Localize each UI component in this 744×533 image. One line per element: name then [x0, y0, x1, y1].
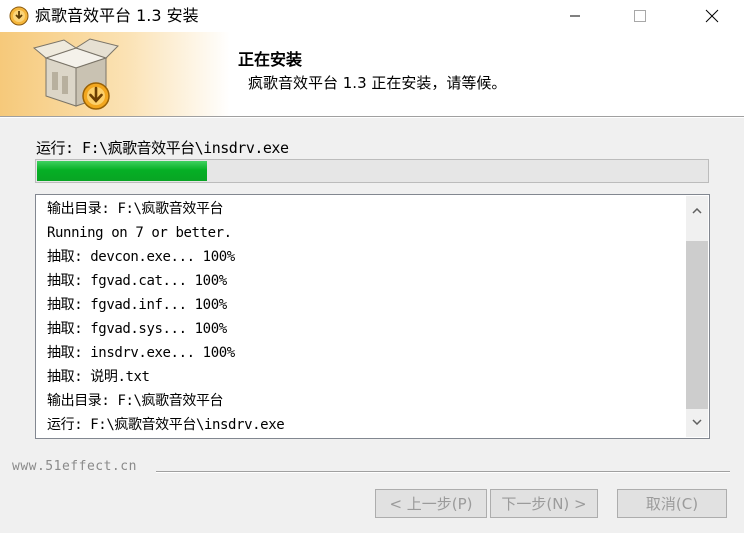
back-button[interactable]: < 上一步(P)	[375, 489, 487, 518]
maximize-button[interactable]	[617, 0, 663, 32]
wizard-header: 正在安装 疯歌音效平台 1.3 正在安装，请等候。	[0, 32, 744, 116]
close-icon	[705, 9, 719, 23]
scroll-down-button[interactable]	[686, 411, 708, 433]
progress-fill	[37, 161, 207, 181]
cancel-button[interactable]: 取消(C)	[617, 489, 727, 518]
log-line: 抽取: 说明.txt	[47, 369, 150, 385]
maximize-icon	[634, 10, 646, 22]
brand-text: www.51effect.cn	[12, 459, 137, 474]
log-line: 输出目录: F:\疯歌音效平台	[47, 201, 224, 217]
log-line: 抽取: devcon.exe... 100%	[47, 249, 235, 265]
close-button[interactable]	[689, 0, 735, 32]
header-divider-highlight	[0, 117, 744, 118]
log-scrollbar[interactable]	[686, 196, 708, 437]
install-progress-bar	[35, 159, 709, 183]
installer-box-icon	[32, 38, 119, 110]
current-action-text: 运行: F:\疯歌音效平台\insdrv.exe	[36, 139, 289, 157]
log-line: 抽取: fgvad.sys... 100%	[47, 321, 227, 337]
log-line: 抽取: insdrv.exe... 100%	[47, 345, 235, 361]
page-title: 正在安装	[238, 50, 303, 69]
page-subtitle: 疯歌音效平台 1.3 正在安装，请等候。	[248, 74, 507, 92]
installer-app-icon	[9, 6, 29, 26]
title-bar: 疯歌音效平台 1.3 安装	[0, 0, 744, 32]
minimize-button[interactable]	[552, 0, 598, 32]
log-line: 运行: F:\疯歌音效平台\insdrv.exe	[47, 417, 285, 433]
next-button[interactable]: 下一步(N) >	[490, 489, 598, 518]
chevron-up-icon	[692, 208, 702, 214]
install-log-list[interactable]: 输出目录: F:\疯歌音效平台 Running on 7 or better. …	[35, 194, 710, 439]
chevron-down-icon	[692, 419, 702, 425]
log-line: Running on 7 or better.	[47, 225, 232, 241]
scroll-up-button[interactable]	[686, 200, 708, 222]
window-title: 疯歌音效平台 1.3 安装	[35, 6, 199, 25]
scroll-thumb[interactable]	[686, 241, 708, 409]
minimize-icon	[570, 15, 580, 17]
log-lines: 输出目录: F:\疯歌音效平台 Running on 7 or better. …	[47, 197, 677, 437]
log-line: 输出目录: F:\疯歌音效平台	[47, 393, 224, 409]
log-line: 抽取: fgvad.inf... 100%	[47, 297, 227, 313]
footer-divider-highlight	[156, 472, 730, 473]
log-line: 抽取: fgvad.cat... 100%	[47, 273, 227, 289]
